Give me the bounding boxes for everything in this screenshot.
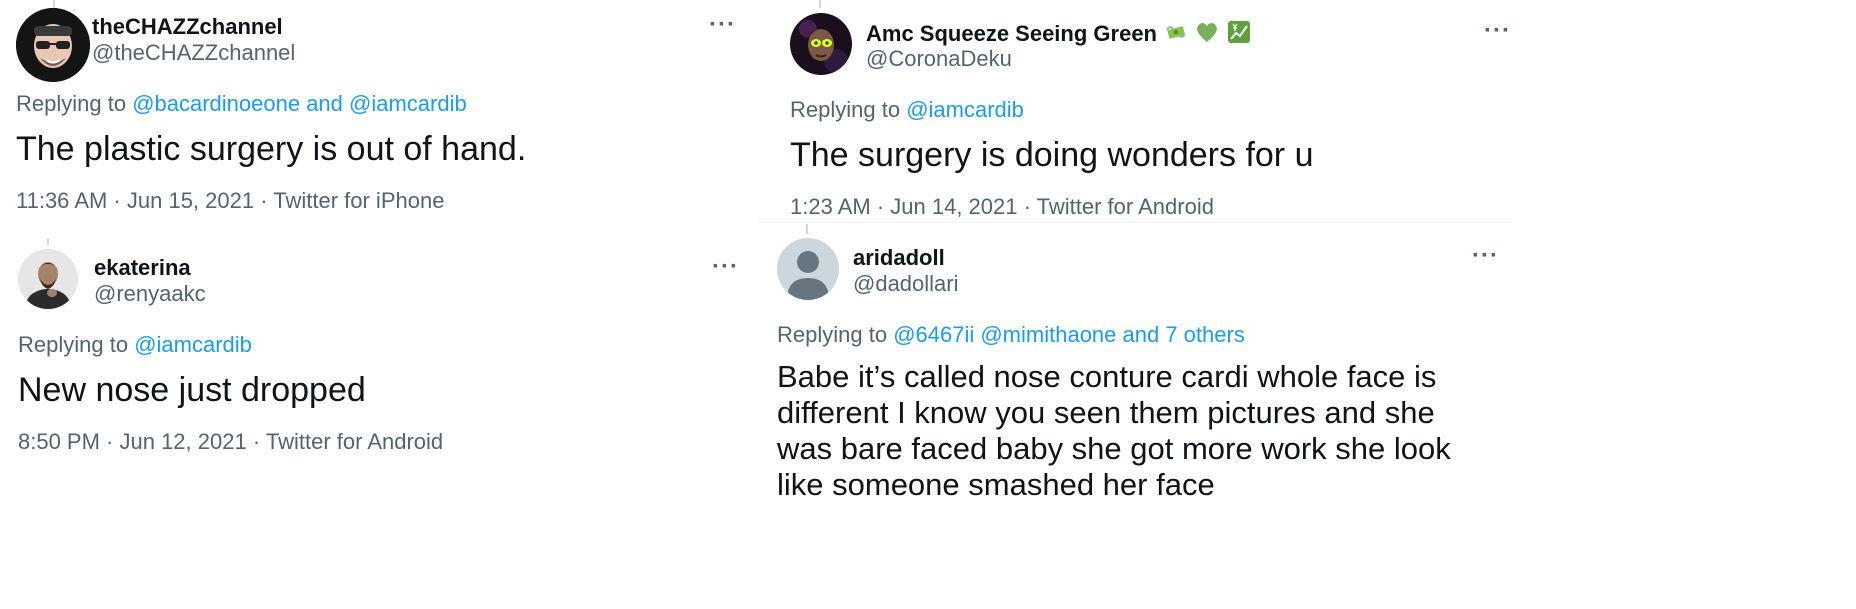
avatar[interactable] xyxy=(18,249,78,309)
replying-to-link[interactable]: @6467ii @mimithaone and 7 others xyxy=(893,322,1245,347)
thread-line xyxy=(53,0,55,8)
tweet-timestamp[interactable]: 1:23 AM · Jun 14, 2021 · Twitter for And… xyxy=(790,194,1214,220)
replying-to-link[interactable]: @iamcardib xyxy=(906,97,1024,122)
yen-chart-icon xyxy=(1227,20,1251,50)
replying-prefix: Replying to xyxy=(16,91,133,116)
green-heart-icon xyxy=(1195,21,1219,49)
tweet-text: The surgery is doing wonders for u xyxy=(790,136,1314,174)
thread-line xyxy=(819,0,821,8)
replying-to-link[interactable]: @bacardinoeone and @iamcardib xyxy=(132,91,467,116)
replying-to: Replying to @bacardinoeone and @iamcardi… xyxy=(16,91,467,117)
display-name-text: Amc Squeeze Seeing Green xyxy=(866,20,1157,46)
avatar[interactable] xyxy=(16,8,90,82)
replying-to-link[interactable]: @iamcardib xyxy=(134,332,252,357)
replying-prefix: Replying to xyxy=(18,332,135,357)
replying-to: Replying to @6467ii @mimithaone and 7 ot… xyxy=(777,322,1245,348)
money-with-wings-icon xyxy=(1165,21,1187,49)
tweet-timestamp[interactable]: 11:36 AM · Jun 15, 2021 · Twitter for iP… xyxy=(16,188,444,214)
user-handle[interactable]: @CoronaDeku xyxy=(866,46,1012,72)
tweet-text: Babe it’s called nose conture cardi whol… xyxy=(777,359,1451,502)
tweet-text: New nose just dropped xyxy=(18,371,366,409)
replying-prefix: Replying to xyxy=(790,97,907,122)
more-options-button[interactable]: ··· xyxy=(712,255,739,279)
user-handle[interactable]: @renyaakc xyxy=(94,281,206,307)
replying-prefix: Replying to xyxy=(777,322,894,347)
replying-to: Replying to @iamcardib xyxy=(790,97,1024,123)
avatar[interactable] xyxy=(790,13,852,75)
tweet-text: The plastic surgery is out of hand. xyxy=(16,130,527,168)
more-options-button[interactable]: ··· xyxy=(1472,244,1499,268)
display-name[interactable]: ekaterina xyxy=(94,255,191,281)
divider xyxy=(758,222,1512,223)
tweet-timestamp[interactable]: 8:50 PM · Jun 12, 2021 · Twitter for And… xyxy=(18,429,443,455)
display-name[interactable]: theCHAZZchannel xyxy=(92,14,283,40)
replying-to: Replying to @iamcardib xyxy=(18,332,252,358)
display-name[interactable]: aridadoll xyxy=(853,245,945,271)
thread-line xyxy=(806,224,808,234)
user-handle[interactable]: @theCHAZZchannel xyxy=(92,40,295,66)
user-handle[interactable]: @dadollari xyxy=(853,271,959,297)
thread-line xyxy=(47,239,49,245)
more-options-button[interactable]: ··· xyxy=(1484,19,1511,43)
more-options-button[interactable]: ··· xyxy=(709,13,736,37)
avatar[interactable] xyxy=(777,238,839,300)
